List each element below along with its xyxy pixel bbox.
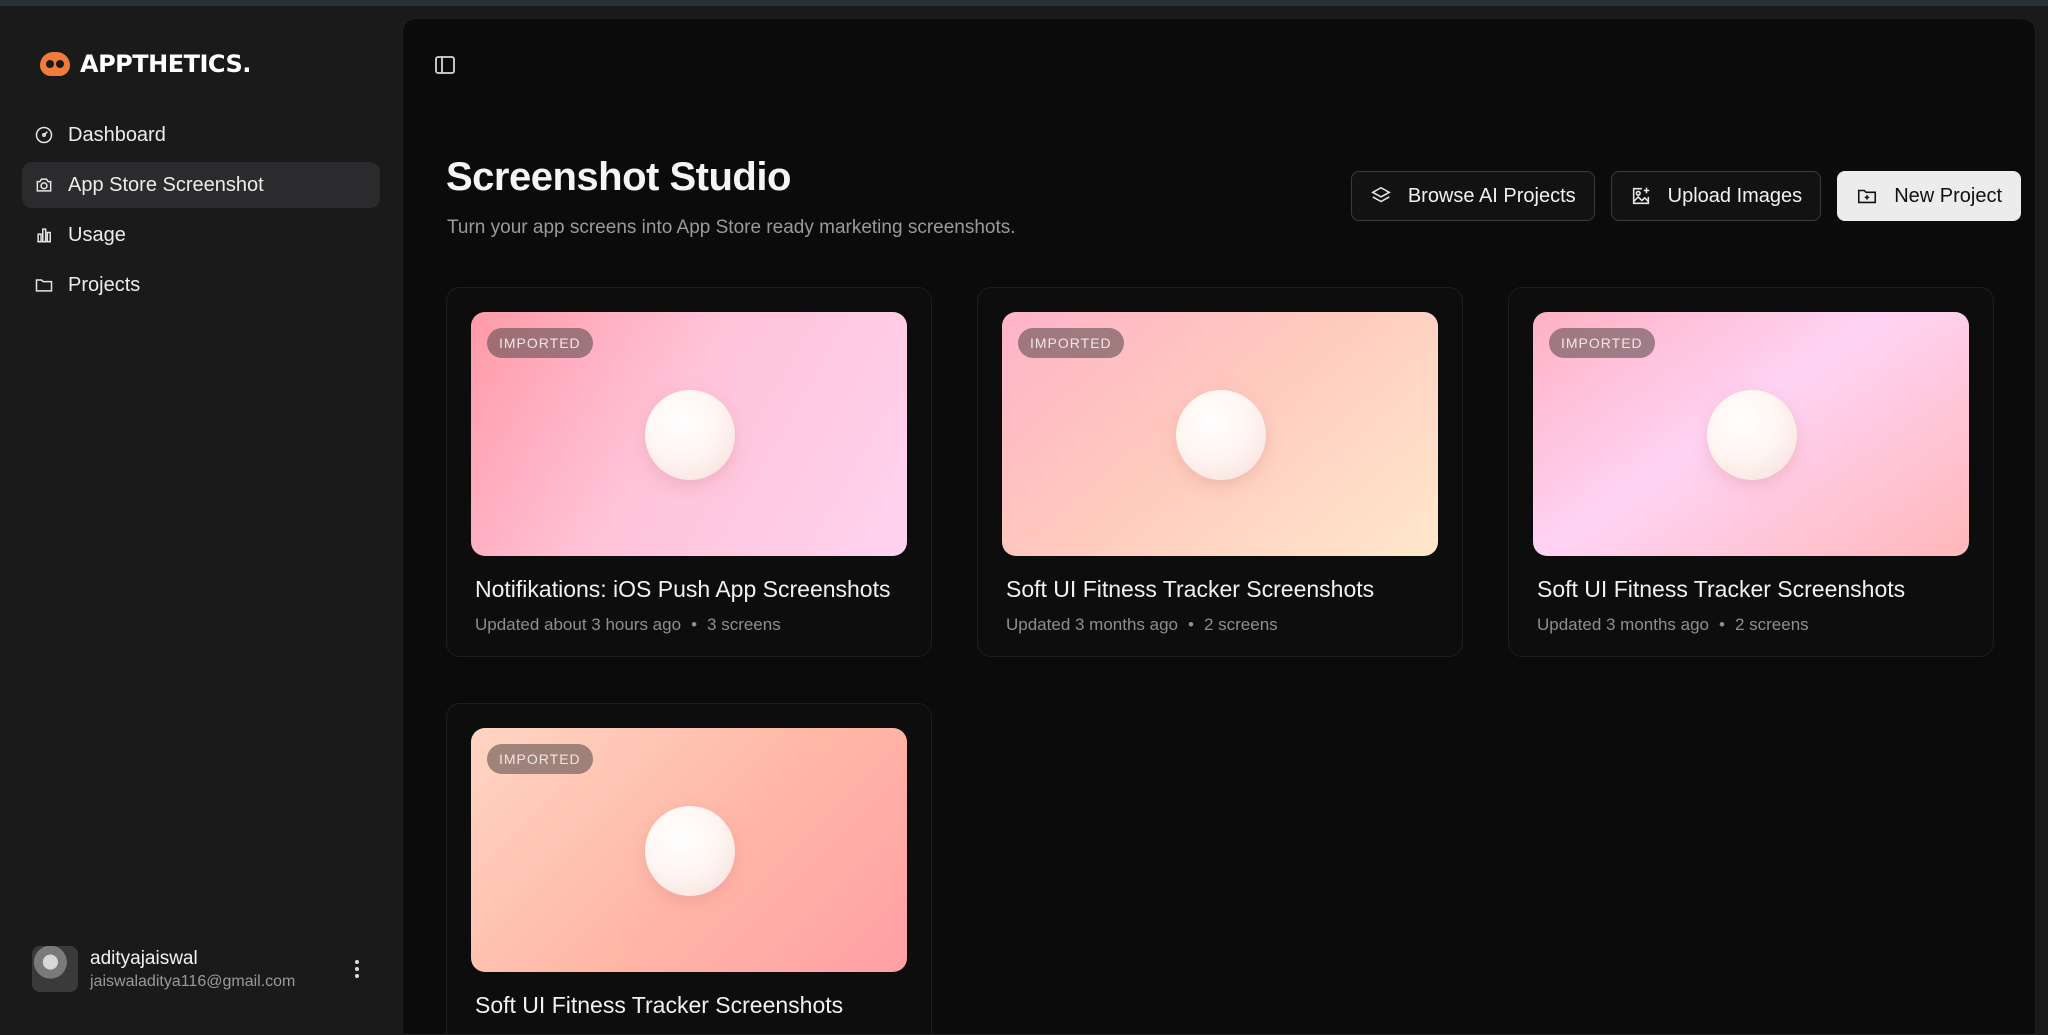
project-title: Notifikations: iOS Push App Screenshots <box>475 576 891 602</box>
brand-name: APPTHETICS. <box>80 50 251 78</box>
sidebar-item-projects[interactable]: Projects <box>22 262 380 308</box>
project-meta: Updated about 3 hours ago • 3 screens <box>475 615 781 634</box>
camera-icon <box>34 175 54 195</box>
browse-ai-projects-button[interactable]: Browse AI Projects <box>1350 171 1595 221</box>
project-thumbnail: IMPORTED <box>1002 312 1438 556</box>
user-profile[interactable]: adityajaiswal jaiswaladitya116@gmail.com <box>32 944 372 994</box>
sidebar-item-dashboard[interactable]: Dashboard <box>22 112 380 158</box>
sidebar-item-usage[interactable]: Usage <box>22 212 380 258</box>
imported-badge: IMPORTED <box>487 328 593 358</box>
main-panel: Screenshot Studio Turn your app screens … <box>402 18 2036 1035</box>
image-upload-icon <box>1632 187 1649 205</box>
sidebar: APPTHETICS. Dashboard App Store Screensh… <box>0 6 402 1035</box>
sidebar-nav: Dashboard App Store Screenshot Usage Pro… <box>22 112 380 312</box>
layers-icon <box>1370 186 1391 203</box>
imported-badge: IMPORTED <box>1549 328 1655 358</box>
brand[interactable]: APPTHETICS. <box>40 50 251 78</box>
user-email: jaiswaladitya116@gmail.com <box>90 972 296 990</box>
project-screens: 2 screens <box>1203 615 1278 634</box>
sidebar-item-label: Dashboard <box>68 123 166 146</box>
page-title: Screenshot Studio <box>446 155 791 199</box>
project-thumbnail: IMPORTED <box>471 728 907 972</box>
new-project-label: New Project <box>1894 184 2002 207</box>
project-card[interactable]: IMPORTED Notifikations: iOS Push App Scr… <box>446 287 932 657</box>
folder-plus-icon <box>1858 189 1877 204</box>
upload-images-button[interactable]: Upload Images <box>1610 171 1822 221</box>
user-name: adityajaiswal <box>90 947 198 969</box>
project-thumbnail: IMPORTED <box>1533 312 1969 556</box>
brand-logo-icon <box>40 52 70 76</box>
placeholder-orb-icon <box>645 806 735 896</box>
placeholder-orb-icon <box>1707 390 1797 480</box>
upload-images-label: Upload Images <box>1667 184 1803 207</box>
project-screens: 3 screens <box>707 615 781 634</box>
sidebar-item-label: App Store Screenshot <box>68 173 264 196</box>
app-window: APPTHETICS. Dashboard App Store Screensh… <box>0 6 2048 1035</box>
browse-ai-projects-label: Browse AI Projects <box>1407 184 1576 207</box>
page-subtitle: Turn your app screens into App Store rea… <box>447 217 1016 238</box>
bar-chart-icon <box>34 225 54 245</box>
project-title: Soft UI Fitness Tracker Screenshots <box>1006 576 1375 602</box>
project-card[interactable]: IMPORTED Soft UI Fitness Tracker Screens… <box>446 703 932 1034</box>
project-card[interactable]: IMPORTED Soft UI Fitness Tracker Screens… <box>977 287 1463 657</box>
project-thumbnail: IMPORTED <box>471 312 907 556</box>
project-meta: Updated 3 months ago • 2 screens <box>1537 615 1809 634</box>
project-card[interactable]: IMPORTED Soft UI Fitness Tracker Screens… <box>1508 287 1994 657</box>
placeholder-orb-icon <box>645 390 735 480</box>
sidebar-item-app-store-screenshot[interactable]: App Store Screenshot <box>22 162 380 208</box>
project-title: Soft UI Fitness Tracker Screenshots <box>1537 576 1906 602</box>
header-actions: Browse AI Projects Upload Images New Pro… <box>1350 171 2021 221</box>
imported-badge: IMPORTED <box>487 744 593 774</box>
imported-badge: IMPORTED <box>1018 328 1124 358</box>
project-screens: 2 screens <box>1734 615 1809 634</box>
placeholder-orb-icon <box>1176 390 1266 480</box>
project-updated: Updated 3 months ago <box>1537 615 1710 634</box>
project-meta: Updated 3 months ago • 2 screens <box>1006 615 1278 634</box>
avatar[interactable] <box>32 946 78 992</box>
more-vertical-icon[interactable] <box>342 954 372 984</box>
sidebar-toggle-icon[interactable] <box>433 53 457 77</box>
gauge-icon <box>34 125 54 145</box>
sidebar-item-label: Projects <box>68 273 141 296</box>
sidebar-item-label: Usage <box>68 223 126 246</box>
project-updated: Updated about 3 hours ago <box>475 615 682 634</box>
project-title: Soft UI Fitness Tracker Screenshots <box>475 992 844 1018</box>
project-updated: Updated 3 months ago <box>1006 615 1179 634</box>
new-project-button[interactable]: New Project <box>1837 171 2021 221</box>
folder-icon <box>34 275 54 295</box>
